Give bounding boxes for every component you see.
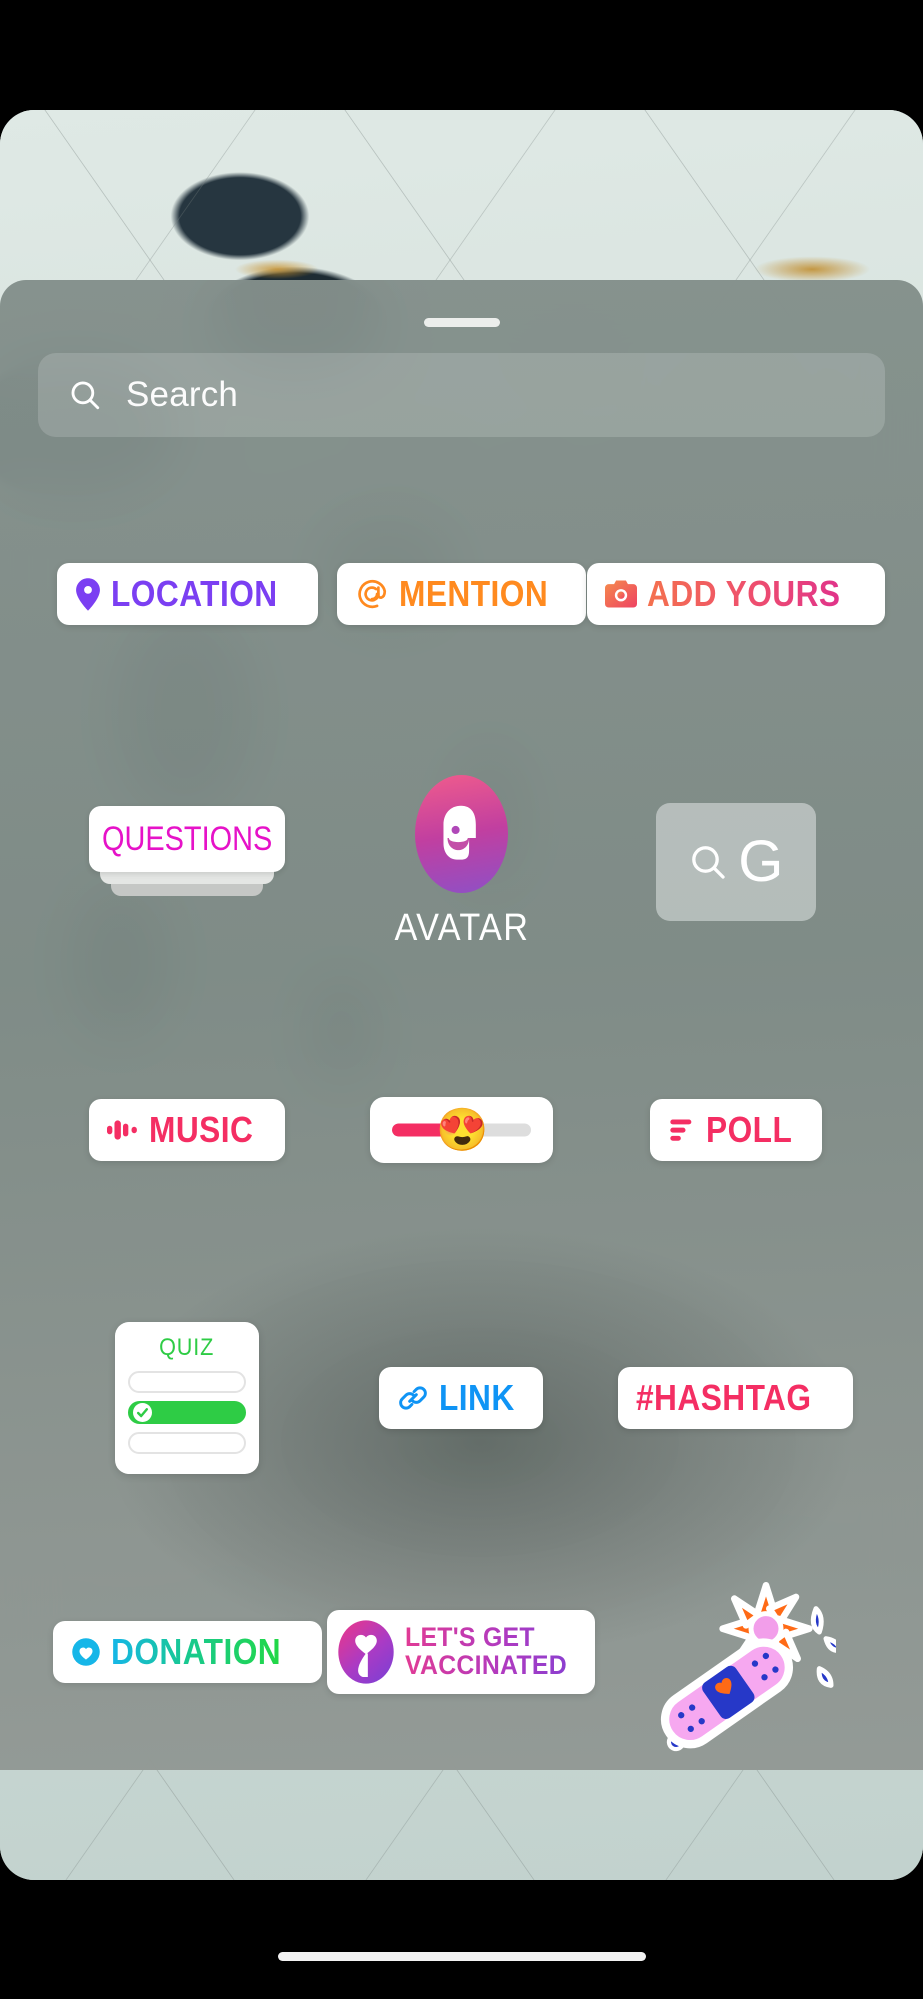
sticker-cell-vaccinated: LET'S GET VACCINATED <box>327 1610 596 1694</box>
questions-stack-front: QUESTIONS <box>89 806 286 872</box>
sticker-cell-mention: MENTION <box>336 563 587 625</box>
sticker-music-label: MUSIC <box>148 1109 254 1150</box>
gif-button-label: G <box>738 829 784 894</box>
sticker-cell-hashtag: #HASHTAG <box>611 1367 861 1429</box>
sticker-questions-label: QUESTIONS <box>102 819 273 858</box>
sticker-donation-label: DONATION <box>110 1631 281 1672</box>
sticker-cell-link: LINK <box>336 1367 586 1429</box>
sticker-cell-flower-bandage <box>611 1572 861 1752</box>
sticker-poll[interactable]: POLL <box>649 1099 822 1161</box>
music-bars-icon <box>106 1117 139 1143</box>
vaccinated-text: LET'S GET VACCINATED <box>405 1624 581 1679</box>
sticker-emoji-slider[interactable]: 😍 <box>369 1097 553 1163</box>
sticker-cell-location: LOCATION <box>56 563 318 625</box>
sticker-cell-questions: QUESTIONS <box>62 806 312 918</box>
camera-icon <box>604 580 637 608</box>
sticker-avatar[interactable] <box>414 774 508 893</box>
sticker-vaccinated[interactable]: LET'S GET VACCINATED <box>327 1610 596 1694</box>
slider-emoji-thumb[interactable]: 😍 <box>436 1109 488 1151</box>
search-icon <box>688 842 728 882</box>
gif-search-button[interactable]: G <box>655 803 816 921</box>
sticker-location-label: LOCATION <box>110 573 278 614</box>
sticker-row-4: QUIZ LINK #HASHTAG <box>0 1264 923 1532</box>
sticker-cell-slider: 😍 <box>336 1097 586 1163</box>
map-pin-icon <box>75 577 101 611</box>
sticker-add-yours-label: ADD YOURS <box>646 573 841 614</box>
sticker-music[interactable]: MUSIC <box>88 1099 286 1161</box>
sticker-mention[interactable]: MENTION <box>336 563 587 625</box>
sticker-cell-poll: POLL <box>611 1099 861 1161</box>
quiz-option-1[interactable] <box>128 1371 247 1393</box>
sticker-row-1: LOCATION MENTION ADD YOURS <box>0 460 923 728</box>
sticker-drawer: Search LOCATION MENTION ADD YOURS QUESTI… <box>0 280 923 1770</box>
sticker-row-3: MUSIC 😍 POLL <box>0 996 923 1264</box>
sticker-row-2: QUESTIONS AVATAR G <box>0 728 923 996</box>
sticker-add-yours[interactable]: ADD YOURS <box>586 563 885 625</box>
at-sign-icon <box>355 577 389 611</box>
sticker-row-5: DONATION LET'S GET VACCINATED <box>0 1532 923 1770</box>
sticker-questions[interactable]: QUESTIONS <box>89 806 286 918</box>
sticker-grid: LOCATION MENTION ADD YOURS QUESTIONS AVA… <box>0 460 923 1770</box>
sticker-link[interactable]: LINK <box>379 1367 544 1429</box>
sticker-cell-music: MUSIC <box>62 1099 312 1161</box>
home-indicator[interactable] <box>277 1952 646 1961</box>
sticker-cell-add-yours: ADD YOURS <box>586 563 885 625</box>
quiz-option-3[interactable] <box>128 1432 247 1454</box>
sticker-cell-gif: G <box>611 803 861 921</box>
sticker-donation[interactable]: DONATION <box>52 1621 322 1683</box>
sticker-cell-donation: DONATION <box>52 1621 322 1683</box>
sticker-quiz[interactable]: QUIZ <box>115 1322 260 1474</box>
sticker-avatar-label: AVATAR <box>394 906 529 949</box>
poll-bars-icon <box>668 1116 696 1144</box>
sticker-hashtag[interactable]: #HASHTAG <box>618 1367 854 1429</box>
check-circle-icon <box>133 1403 153 1422</box>
vaccinated-line-1: LET'S GET <box>405 1624 567 1652</box>
quiz-option-2-correct[interactable] <box>128 1401 247 1424</box>
vaccinated-line-2: VACCINATED <box>405 1650 568 1680</box>
sticker-cell-quiz: QUIZ <box>62 1322 312 1474</box>
avatar-face-icon <box>434 803 488 865</box>
link-chain-icon <box>397 1382 429 1414</box>
sticker-hashtag-label: #HASHTAG <box>636 1377 812 1418</box>
sticker-quiz-title: QUIZ <box>159 1334 215 1361</box>
sticker-poll-label: POLL <box>705 1109 793 1150</box>
drawer-drag-handle[interactable] <box>423 318 500 327</box>
sticker-link-label: LINK <box>439 1377 516 1418</box>
phone-screen: Search LOCATION MENTION ADD YOURS QUESTI… <box>0 0 923 1999</box>
search-icon <box>68 378 102 412</box>
vaccine-heart-ribbon-icon <box>337 1619 395 1685</box>
search-bar[interactable]: Search <box>38 353 885 437</box>
sticker-location[interactable]: LOCATION <box>56 563 318 625</box>
heart-badge-icon <box>71 1637 101 1667</box>
sticker-mention-label: MENTION <box>398 573 548 614</box>
sticker-flower-bandage[interactable] <box>636 1572 836 1770</box>
sticker-cell-avatar: AVATAR <box>336 774 586 950</box>
search-input-placeholder[interactable]: Search <box>126 375 238 415</box>
